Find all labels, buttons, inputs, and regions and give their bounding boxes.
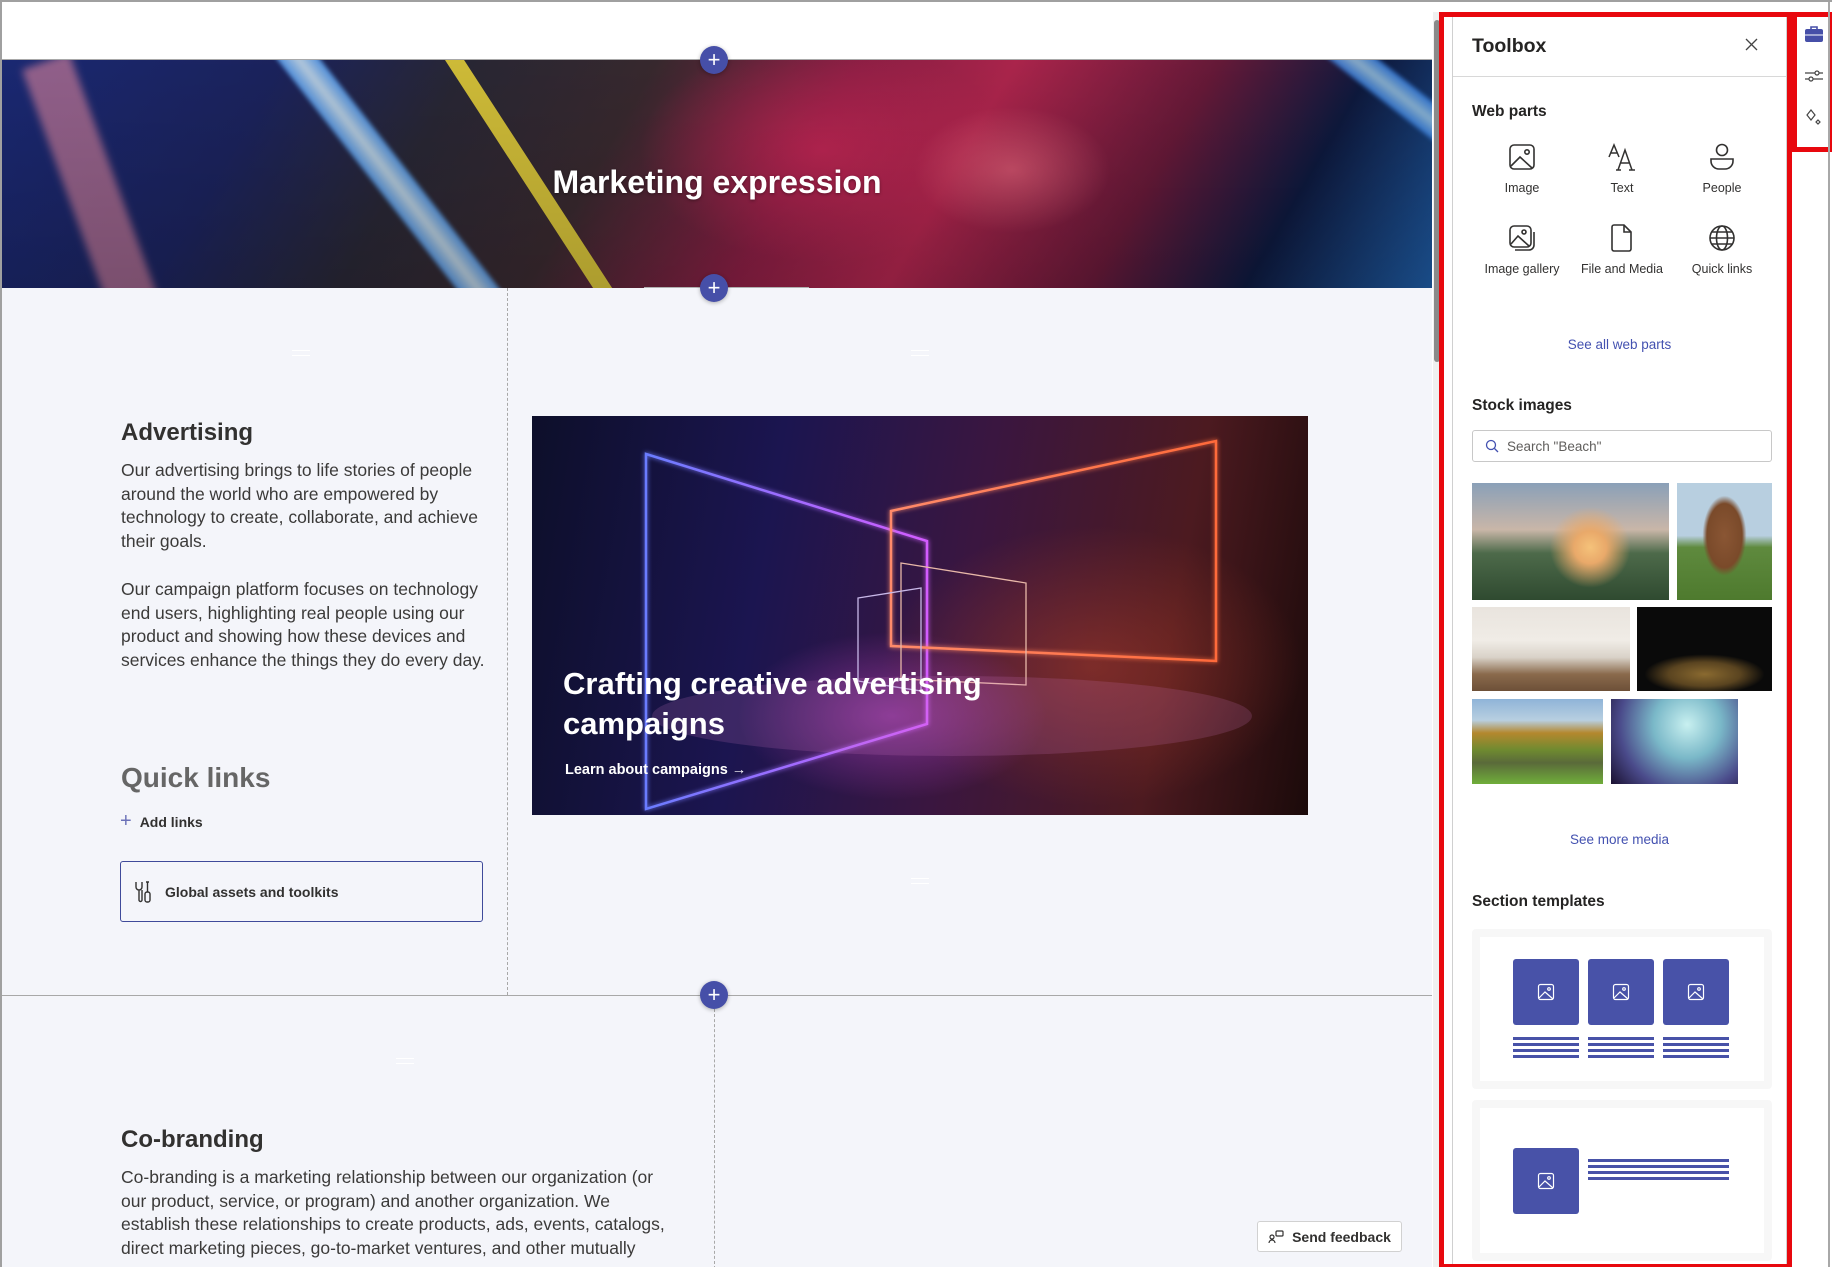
quick-link-item[interactable]: Global assets and toolkits <box>120 861 483 922</box>
stock-image-autumn-lake[interactable] <box>1472 699 1603 784</box>
page-title[interactable]: Marketing expression <box>2 164 1432 201</box>
window-edge <box>1828 2 1830 1267</box>
stock-image-basketball[interactable] <box>1637 607 1772 691</box>
web-part-text[interactable]: Text <box>1572 142 1672 195</box>
section-template-three-columns[interactable] <box>1472 929 1772 1089</box>
drag-handle-icon[interactable] <box>911 878 929 884</box>
see-more-media-link[interactable]: See more media <box>1453 832 1786 847</box>
arrow-right-icon: → <box>731 762 747 778</box>
hero-image-card[interactable]: Crafting creative advertising campaigns … <box>532 416 1308 815</box>
image-gallery-icon <box>1509 225 1535 251</box>
web-part-label: Quick links <box>1691 262 1753 276</box>
image-icon <box>1537 1172 1555 1190</box>
plus-icon: + <box>707 275 721 300</box>
quick-links-title[interactable]: Quick links <box>121 762 270 794</box>
template-text-lines <box>1513 1037 1579 1058</box>
image-icon <box>1509 144 1535 170</box>
template-image-tile <box>1588 959 1654 1025</box>
drag-handle-icon[interactable] <box>292 350 310 356</box>
sharepoint-page-editor: Marketing expression + + Advertising Our… <box>0 0 1832 1267</box>
toolbox-panel: Toolbox Web parts Image Text People Imag… <box>1439 12 1792 1267</box>
image-icon <box>1612 983 1630 1001</box>
template-image-tile <box>1513 1148 1579 1214</box>
stock-image-search[interactable]: Search "Beach" <box>1472 430 1772 462</box>
toolbox-title: Toolbox <box>1472 35 1547 57</box>
toolbox-icon[interactable] <box>1803 23 1825 45</box>
quick-link-label: Global assets and toolkits <box>165 883 339 900</box>
web-part-quick-links[interactable]: Quick links <box>1672 223 1772 276</box>
add-section-button[interactable]: + <box>700 46 728 74</box>
column-divider <box>507 288 508 995</box>
learn-about-campaigns-link[interactable]: Learn about campaigns → <box>565 762 746 778</box>
add-links-button[interactable]: + Add links <box>120 810 203 833</box>
neon-frames-image <box>644 439 1252 811</box>
tools-icon <box>135 880 151 903</box>
web-part-label: Image <box>1504 181 1540 195</box>
send-feedback-button[interactable]: Send feedback <box>1257 1221 1402 1252</box>
co-branding-paragraph[interactable]: Co-branding is a marketing relationship … <box>121 1166 681 1260</box>
plus-icon: + <box>120 810 132 832</box>
sliders-icon[interactable] <box>1803 65 1825 87</box>
drag-handle-icon[interactable] <box>396 1058 414 1064</box>
toolbox-header: Toolbox <box>1453 17 1786 77</box>
add-section-button[interactable]: + <box>700 274 728 302</box>
image-icon <box>1687 983 1705 1001</box>
close-icon[interactable] <box>1742 35 1762 55</box>
file-icon <box>1611 224 1632 252</box>
web-parts-grid: Image Text People Image gallery File and… <box>1472 142 1772 276</box>
web-part-image-gallery[interactable]: Image gallery <box>1472 223 1572 276</box>
advertising-paragraph[interactable]: Our advertising brings to life stories o… <box>121 459 481 553</box>
column-divider <box>714 1009 715 1267</box>
stock-image-concert[interactable] <box>1611 699 1738 784</box>
editor-side-rail <box>1792 12 1832 152</box>
stock-image-olive-branch[interactable] <box>1472 483 1669 600</box>
web-parts-heading: Web parts <box>1472 103 1547 120</box>
drag-handle-icon[interactable] <box>911 350 929 356</box>
stock-image-cow[interactable] <box>1677 483 1772 600</box>
template-text-lines <box>1663 1037 1729 1058</box>
web-part-label: People <box>1702 181 1742 195</box>
stock-images-heading: Stock images <box>1472 397 1572 414</box>
template-image-tile <box>1513 959 1579 1025</box>
hero-link-label: Learn about campaigns <box>565 762 728 778</box>
people-icon <box>1710 143 1734 170</box>
section-templates-heading: Section templates <box>1472 893 1605 910</box>
section-template-image-with-text[interactable] <box>1472 1100 1772 1261</box>
image-icon <box>1537 983 1555 1001</box>
template-image-tile <box>1663 959 1729 1025</box>
web-part-people[interactable]: People <box>1672 142 1772 195</box>
template-text-lines <box>1588 1159 1729 1180</box>
plus-icon: + <box>707 47 721 72</box>
search-placeholder: Search "Beach" <box>1507 438 1602 454</box>
plus-icon: + <box>707 982 721 1007</box>
page-canvas: Marketing expression + + Advertising Our… <box>2 2 1432 1267</box>
sparkle-icon[interactable] <box>1803 107 1825 129</box>
advertising-heading[interactable]: Advertising <box>121 419 253 447</box>
feedback-icon <box>1268 1229 1284 1243</box>
title-banner[interactable]: Marketing expression <box>2 60 1432 288</box>
text-icon <box>1608 143 1635 171</box>
web-part-label: Image gallery <box>1484 262 1560 276</box>
template-text-lines <box>1588 1037 1654 1058</box>
send-feedback-label: Send feedback <box>1292 1228 1391 1245</box>
add-links-label: Add links <box>139 813 203 830</box>
web-part-label: Text <box>1610 181 1634 195</box>
web-part-image[interactable]: Image <box>1472 142 1572 195</box>
stock-image-massage[interactable] <box>1472 607 1630 691</box>
add-section-button[interactable]: + <box>700 981 728 1009</box>
web-part-label: File and Media <box>1581 262 1663 276</box>
search-icon <box>1485 439 1499 453</box>
co-branding-heading[interactable]: Co-branding <box>121 1126 264 1154</box>
web-part-file-and-media[interactable]: File and Media <box>1572 223 1672 276</box>
globe-icon <box>1709 225 1735 251</box>
see-all-web-parts-link[interactable]: See all web parts <box>1453 337 1786 352</box>
advertising-paragraph[interactable]: Our campaign platform focuses on technol… <box>121 578 491 672</box>
hero-title: Crafting creative advertising campaigns <box>563 666 982 741</box>
